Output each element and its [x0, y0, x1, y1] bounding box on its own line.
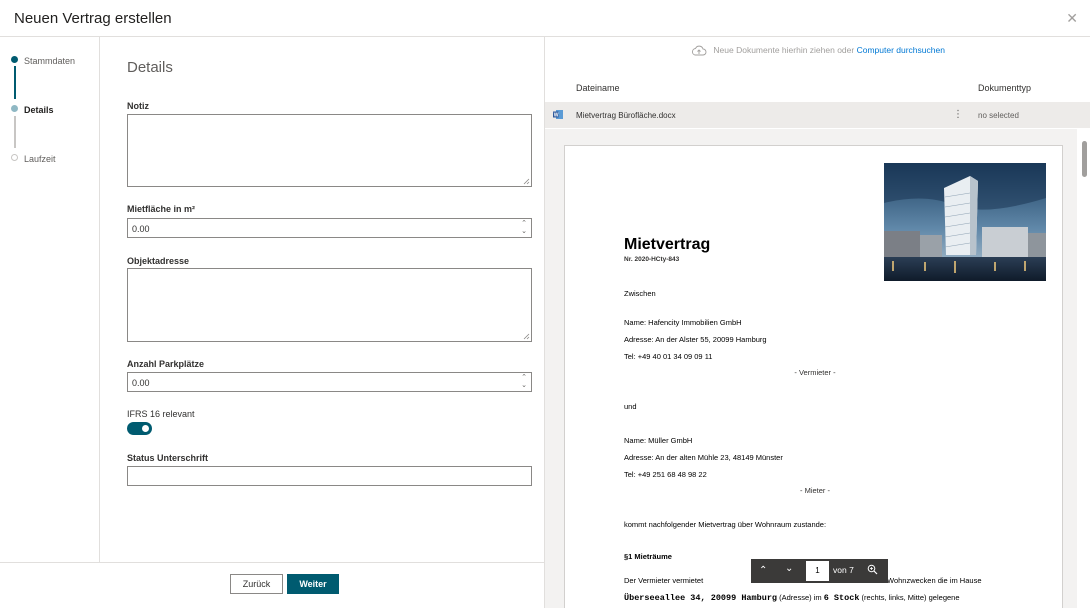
column-header-doctype[interactable]: Dokumenttyp: [978, 83, 1031, 93]
chevron-up-icon[interactable]: ⌃: [759, 565, 767, 576]
doc-line: Zwischen: [624, 289, 656, 298]
chevron-down-icon[interactable]: ⌄: [521, 382, 527, 390]
document-title: Mietvertrag: [624, 236, 711, 253]
parkplaetze-value: 0.00: [132, 378, 150, 388]
doc-text: 6 Stock: [823, 593, 860, 603]
chevron-up-icon[interactable]: ⌃: [521, 374, 527, 382]
dialog-header: Neuen Vertrag erstellen ✕: [0, 0, 1090, 37]
step-connector-done: [14, 66, 16, 99]
doc-line: kommt nachfolgender Mietvertrag über Woh…: [624, 520, 827, 529]
dropzone-text: Neue Dokumente hierhin ziehen oder: [713, 45, 855, 55]
toggle-knob: [142, 425, 149, 432]
ifrs-toggle[interactable]: [127, 422, 152, 435]
dialog-title: Neuen Vertrag erstellen: [14, 10, 172, 27]
ifrs-label: IFRS 16 relevant: [127, 409, 195, 419]
resize-handle-icon[interactable]: [523, 333, 530, 340]
file-name[interactable]: Mietvertrag Bürofläche.docx: [576, 111, 676, 120]
document-preview[interactable]: Mietvertrag Nr. 2020-HCty-843 Zwischen N…: [545, 129, 1090, 608]
zoom-icon[interactable]: [867, 564, 878, 577]
doc-line: Adresse: An der alten Mühle 23, 48149 Mü…: [624, 453, 783, 462]
doc-heading: §1 Mieträume: [624, 552, 672, 561]
file-type[interactable]: no selected: [978, 111, 1019, 120]
details-form: Details Notiz Mietfläche in m² 0.00 ⌃ ⌄ …: [100, 37, 544, 562]
step-label: Stammdaten: [24, 56, 76, 66]
building-photo: [884, 163, 1046, 281]
doc-line: Tel: +49 40 01 34 09 09 11: [624, 352, 713, 361]
doc-text: (Adresse) im: [779, 593, 822, 602]
step-connector-pending: [14, 116, 16, 148]
chevron-up-icon[interactable]: ⌃: [521, 220, 527, 228]
doc-line: Name: Hafencity Immobilien GmbH: [624, 318, 742, 327]
browse-computer-link[interactable]: Computer durchsuchen: [857, 45, 945, 55]
doc-line: - Vermieter -: [794, 368, 836, 377]
scroll-thumb[interactable]: [1082, 141, 1087, 177]
wizard-stepper: Stammdaten Details Laufzeit: [0, 37, 100, 562]
doc-line: Adresse: An der Alster 55, 20099 Hamburg: [624, 335, 767, 344]
close-icon[interactable]: ✕: [1066, 10, 1078, 27]
doc-line: Tel: +49 251 68 48 98 22: [624, 470, 707, 479]
step-done-icon: [11, 56, 18, 63]
step-label: Details: [24, 105, 54, 115]
document-page: Mietvertrag Nr. 2020-HCty-843 Zwischen N…: [564, 145, 1063, 608]
document-panel: Neue Dokumente hierhin ziehen oder Compu…: [544, 37, 1090, 608]
doc-line: Name: Müller GmbH: [624, 436, 693, 445]
step-pending-icon: [11, 154, 18, 161]
step-label: Laufzeit: [24, 154, 56, 164]
doc-paragraph: Überseeallee 34, 20099 Hamburg (Adresse)…: [624, 593, 960, 603]
step-stammdaten[interactable]: Stammdaten: [11, 56, 76, 66]
more-options-icon[interactable]: ⋮: [953, 109, 963, 120]
status-input[interactable]: [127, 466, 532, 486]
viewer-scrollbar[interactable]: [1077, 129, 1090, 608]
upload-dropzone[interactable]: Neue Dokumente hierhin ziehen oder Compu…: [545, 45, 1090, 56]
doc-text: Der Vermieter vermietet: [624, 576, 704, 585]
mietflaeche-input[interactable]: 0.00 ⌃ ⌄: [127, 218, 532, 238]
cloud-upload-icon: [692, 45, 707, 56]
doc-line: - Mieter -: [800, 486, 830, 495]
next-button[interactable]: Weiter: [287, 574, 339, 594]
page-number-input[interactable]: 1: [806, 561, 829, 581]
page-total: von 7: [833, 565, 854, 575]
step-details[interactable]: Details: [11, 105, 54, 115]
number-spinner[interactable]: ⌃ ⌄: [521, 374, 527, 390]
page-navigator: ⌃ ⌄ 1 von 7: [751, 559, 888, 583]
objektadresse-textarea[interactable]: [127, 268, 532, 342]
file-row[interactable]: W Mietvertrag Bürofläche.docx ⋮ no selec…: [545, 102, 1090, 128]
chevron-down-icon[interactable]: ⌄: [521, 228, 527, 236]
mietflaeche-label: Mietfläche in m²: [127, 204, 196, 214]
step-laufzeit[interactable]: Laufzeit: [11, 154, 56, 164]
word-document-icon: W: [553, 110, 563, 119]
create-contract-dialog: Neuen Vertrag erstellen ✕ Stammdaten Det…: [0, 0, 1090, 608]
parkplaetze-label: Anzahl Parkplätze: [127, 359, 205, 369]
objektadresse-label: Objektadresse: [127, 256, 190, 266]
doc-text: (rechts, links, Mitte) gelegene: [861, 593, 960, 602]
status-label: Status Unterschrift: [127, 453, 209, 463]
dialog-footer: Zurück Weiter: [0, 562, 544, 608]
section-title: Details: [127, 59, 173, 76]
doc-text: Wohnzwecken die im Hause: [887, 576, 982, 585]
svg-text:W: W: [554, 112, 559, 118]
resize-handle-icon[interactable]: [523, 178, 530, 185]
back-button[interactable]: Zurück: [230, 574, 283, 594]
step-active-icon: [11, 105, 18, 112]
doc-text: Überseeallee 34, 20099 Hamburg: [624, 593, 778, 603]
notiz-label: Notiz: [127, 101, 149, 111]
column-header-filename[interactable]: Dateiname: [576, 83, 620, 93]
doc-line: und: [624, 402, 637, 411]
mietflaeche-value: 0.00: [132, 224, 150, 234]
parkplaetze-input[interactable]: 0.00 ⌃ ⌄: [127, 372, 532, 392]
number-spinner[interactable]: ⌃ ⌄: [521, 220, 527, 236]
chevron-down-icon[interactable]: ⌄: [785, 563, 793, 574]
document-number: Nr. 2020-HCty-843: [624, 256, 680, 263]
notiz-textarea[interactable]: [127, 114, 532, 187]
